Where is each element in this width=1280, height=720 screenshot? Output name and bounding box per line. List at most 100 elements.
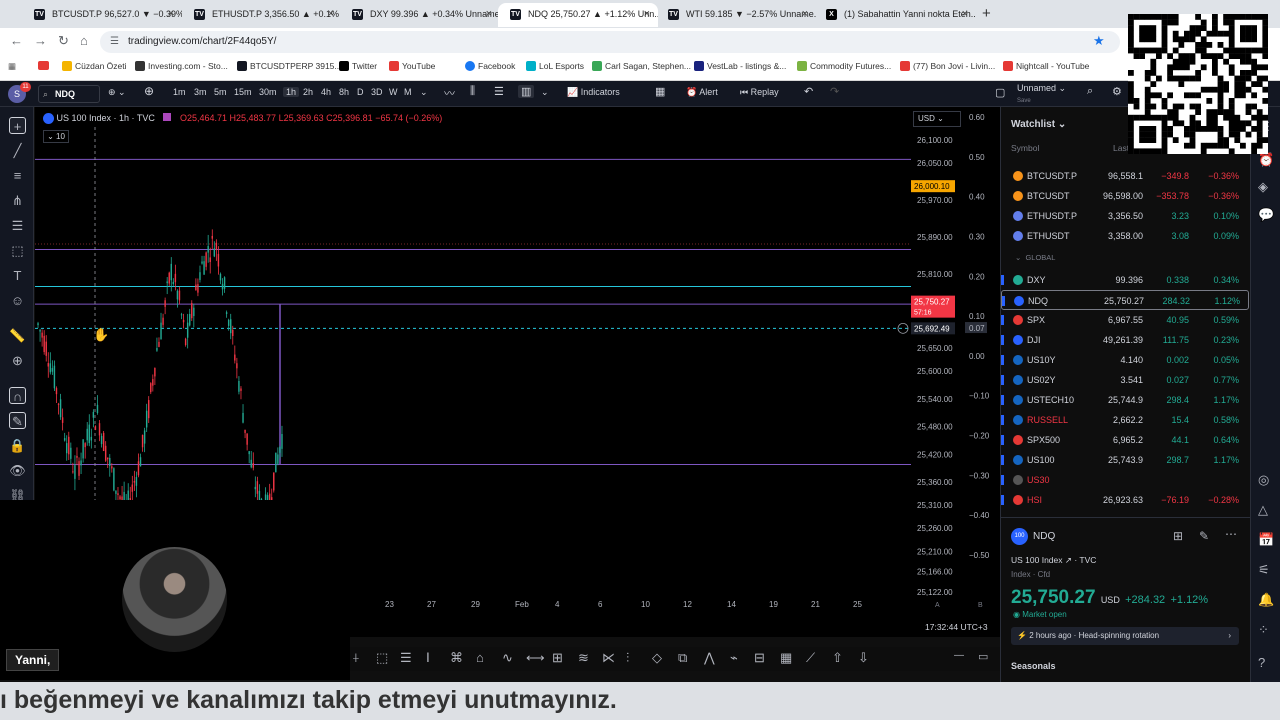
interval-15m[interactable]: 15m [234, 87, 252, 97]
close-icon[interactable]: × [328, 3, 334, 25]
more-icon[interactable]: ⋯ [1225, 527, 1237, 541]
watchlist-row[interactable]: HSI 26,923.63 −76.19 −0.28% [1001, 490, 1249, 510]
minimize-icon[interactable]: — [954, 650, 964, 661]
currency-select[interactable]: USD ⌄ [913, 111, 961, 127]
search-icon[interactable]: ⌕ [1087, 85, 1093, 98]
interval-d[interactable]: D [357, 87, 364, 97]
forward-arrow-icon[interactable]: → [34, 33, 47, 48]
arrow-up-icon[interactable]: ⇧ [832, 650, 843, 666]
interval-w[interactable]: W [389, 87, 398, 97]
close-icon[interactable]: × [168, 3, 174, 25]
watchlist-row[interactable]: US10Y 4.140 0.002 0.05% [1001, 350, 1249, 370]
help-icon[interactable]: ? [1258, 655, 1265, 670]
bookmark-item[interactable]: LoL Esports [526, 61, 584, 71]
interval-3m[interactable]: 3m [194, 87, 207, 97]
interval-1m[interactable]: 1m [173, 87, 186, 97]
text-icon[interactable]: T [9, 267, 26, 284]
measure-icon[interactable]: ⍭ [352, 650, 360, 666]
watchlist-row[interactable]: NDQ 25,750.27 284.32 1.12% [1001, 290, 1249, 310]
site-info-icon[interactable]: ☰ [110, 31, 119, 53]
compare-icon[interactable]: ⊕ ⌄ [108, 87, 126, 98]
arrow-down-icon[interactable]: ⇩ [858, 650, 869, 666]
lines-icon[interactable]: ☰ [400, 650, 412, 666]
bookmark-item[interactable]: Nightcall - YouTube [1003, 61, 1089, 71]
external-link-icon[interactable]: ↗ [1065, 555, 1072, 565]
bookmark-star-icon[interactable]: ★ [1093, 33, 1105, 49]
seasonals-heading[interactable]: Seasonals [1011, 661, 1056, 671]
line-chart-icon[interactable]: 〰 [444, 85, 455, 101]
bookmark-item[interactable]: Facebook [465, 61, 515, 71]
watchlist-row[interactable]: RUSSELL 2,662.2 15.4 0.58% [1001, 410, 1249, 430]
close-icon[interactable]: × [802, 3, 808, 25]
fib-fan-icon[interactable]: ≋ [578, 650, 589, 666]
row-flag[interactable] [1001, 495, 1004, 505]
callout-icon[interactable]: ⌂ [476, 650, 484, 665]
redo-icon[interactable]: ↷ [830, 85, 839, 98]
browser-tab[interactable]: TV WTI 59.185 ▼ −2.57% Unname... × [656, 3, 816, 27]
youtube-icon[interactable] [38, 61, 49, 70]
watchlist-row[interactable]: SPX 6,967.55 40.95 0.59% [1001, 310, 1249, 330]
lock-icon[interactable]: 🔒 [9, 437, 26, 454]
watchlist-row[interactable]: DXY 99.396 0.338 0.34% [1001, 270, 1249, 290]
interval-1h[interactable]: 1h [283, 87, 300, 97]
bookmark-item[interactable]: Twitter [339, 61, 377, 71]
diamond-icon[interactable]: ◇ [652, 650, 662, 666]
reload-icon[interactable]: ↻ [58, 33, 69, 49]
url-field[interactable]: ☰ tradingview.com/chart/2F44qo5Y/ [100, 31, 1120, 53]
fib-icon[interactable]: ☰ [9, 217, 26, 234]
layers-icon[interactable]: ◈ [1258, 179, 1268, 195]
row-flag[interactable] [1001, 375, 1004, 385]
chat-icon[interactable]: 💬 [1258, 207, 1274, 223]
bookmark-item[interactable]: Investing.com - Sto... [135, 61, 228, 71]
row-flag[interactable] [1001, 191, 1004, 201]
bars-icon[interactable]: ☰ [494, 85, 504, 98]
brush-icon[interactable]: ⌁ [730, 650, 738, 666]
gear-icon[interactable]: ⚙ [1112, 85, 1122, 98]
layout-name-button[interactable]: Unnamed ⌄ Save [1017, 83, 1066, 104]
pane-collapse-button[interactable]: ⌄ 10 [43, 130, 69, 143]
bookmark-item[interactable]: (77) Bon Jovi - Livin... [900, 61, 995, 71]
layout-square-icon[interactable]: ▢ [995, 86, 1005, 99]
watchlist-row[interactable]: DJI 49,261.39 111.75 0.23% [1001, 330, 1249, 350]
candlestick-type-icon[interactable]: ▥ [518, 85, 535, 98]
add-symbol-icon[interactable]: ⊕ [144, 84, 154, 98]
horizontal-lines-icon[interactable]: ≡ [9, 167, 26, 184]
bookmark-item[interactable]: Carl Sagan, Stephen... [592, 61, 691, 71]
grid-icon[interactable]: ▦ [780, 650, 792, 666]
watchlist-title[interactable]: Watchlist ⌄ [1011, 119, 1066, 130]
path-icon[interactable]: ⟋ [806, 650, 815, 666]
apps-icon[interactable]: ⁘ [1258, 622, 1269, 638]
row-flag[interactable] [1001, 211, 1004, 221]
row-flag[interactable] [1001, 475, 1004, 485]
shapes-icon[interactable]: ⬚ [9, 242, 26, 259]
row-flag[interactable] [1001, 355, 1004, 365]
watchlist-row[interactable]: ETHUSDT.P 3,356.50 3.23 0.10% [1001, 206, 1249, 226]
target-icon[interactable]: ◎ [1258, 472, 1269, 488]
indicators-button[interactable]: 📈 Indicators [567, 87, 620, 98]
apps-grid-icon[interactable]: ▦ [8, 61, 16, 72]
arrow-line-icon[interactable]: ⟷ [526, 650, 545, 666]
row-flag[interactable] [1001, 171, 1004, 181]
rectangle-icon[interactable]: ⬚ [376, 650, 388, 666]
browser-tab[interactable]: X (1) Sabahattin Yanni nokta Eteh... × [814, 3, 976, 27]
bookmark-item[interactable]: BTCUSDTPERP 3915... [237, 61, 342, 71]
details-name[interactable]: US 100 Index [1011, 555, 1063, 565]
replay-button[interactable]: ⏮ Replay [740, 87, 779, 98]
watchlist-row[interactable]: USTECH10 25,744.9 298.4 1.17% [1001, 390, 1249, 410]
alert-button[interactable]: ⏰ Alert [686, 87, 718, 98]
maximize-icon[interactable]: ▭ [978, 650, 988, 663]
browser-tab[interactable]: TV BTCUSDT.P 96,527.0 ▼ −0.39% ... × [22, 3, 182, 27]
gann-icon[interactable]: ⋉ [602, 650, 615, 666]
row-flag[interactable] [1001, 395, 1004, 405]
watchlist-group-global[interactable]: ⌄ GLOBAL [1015, 253, 1055, 262]
notifications-icon[interactable]: 🔔 [1258, 592, 1274, 608]
news-item[interactable]: ⚡ 2 hours ago · Head-spinning rotation › [1011, 627, 1239, 645]
watchlist-row[interactable]: BTCUSDT 96,598.00 −353.78 −0.36% [1001, 186, 1249, 206]
row-flag[interactable] [1002, 296, 1005, 306]
interval-30m[interactable]: 30m [259, 87, 277, 97]
row-flag[interactable] [1001, 455, 1004, 465]
browser-tab-active[interactable]: TV NDQ 25,750.27 ▲ +1.12% Unn... × [498, 3, 658, 27]
column-last[interactable]: Last [1113, 143, 1129, 153]
text-tool-icon[interactable]: Ⅰ [426, 650, 430, 666]
row-flag[interactable] [1001, 415, 1004, 425]
